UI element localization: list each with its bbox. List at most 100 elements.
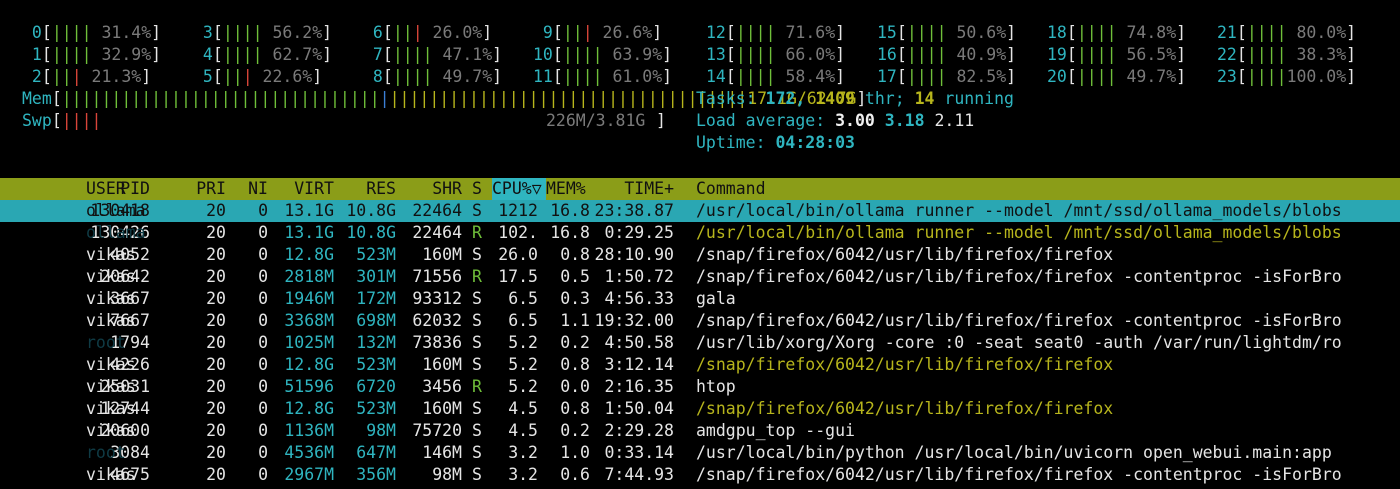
time-cell: 0:29.25 [604, 223, 674, 242]
state-cell: S [472, 333, 482, 352]
user-cell: vikas [86, 377, 136, 396]
state-cell: R [472, 223, 482, 242]
process-row[interactable]: 4675 vikas 20 0 2967M 356M 98M S 3.2 0.6 7:44.93/s… [0, 464, 1400, 486]
cpu-id: 8 [363, 67, 383, 86]
time-cell: 19:32.00 [594, 311, 674, 330]
user-cell: vikas [86, 355, 136, 374]
process-row[interactable]: 4052 vikas 20 0 12.8G 523M 160M S 26.0 0.8 28:10.9… [0, 244, 1400, 266]
pri-cell: 20 [206, 377, 226, 396]
process-row[interactable]: 130418 ollama 20 0 13.1G 10.8G 22464 S 1212 16.8 2… [0, 200, 1400, 222]
cpu-meter-22: 22[|||| 38.3%] [1217, 45, 1357, 64]
pri-cell: 20 [206, 355, 226, 374]
ni-cell: 0 [258, 289, 268, 308]
col-pri[interactable]: PRI [196, 178, 226, 200]
cpu-cell: 26.0 [498, 245, 538, 264]
virt-cell: 1136M [284, 421, 334, 440]
res-cell: 301M [356, 267, 396, 286]
cpu-cell: 1212 [498, 201, 538, 220]
cpu-percent: 74.8% [1116, 23, 1177, 42]
col-user[interactable]: USER [86, 178, 126, 200]
res-cell: 6720 [356, 377, 396, 396]
state-cell: S [472, 421, 482, 440]
command-cell: /snap/firefox/6042/usr/lib/firefox/firef… [696, 245, 1114, 264]
col-cpu[interactable]: CPU%▽ [492, 178, 542, 200]
cpu-percent: 26.0% [422, 23, 483, 42]
state-cell: S [472, 443, 482, 462]
process-row[interactable]: 12744 vikas 20 0 12.8G 523M 160M S 4.5 0.8 1:50.04… [0, 398, 1400, 420]
time-cell: 2:29.28 [604, 421, 674, 440]
cpu-meter-16: 16[|||| 40.9%] [877, 45, 1017, 64]
col-command[interactable]: Command [696, 178, 766, 200]
time-cell: 0:33.14 [604, 443, 674, 462]
time-cell: 1:50.72 [604, 267, 674, 286]
cpu-percent: 49.7% [432, 67, 493, 86]
col-state[interactable]: S [472, 178, 482, 200]
cpu-percent: 82.5% [946, 67, 1007, 86]
time-cell: 4:50.58 [604, 333, 674, 352]
mem-cell: 0.8 [560, 355, 590, 374]
res-cell: 647M [356, 443, 396, 462]
state-cell: R [472, 267, 482, 286]
cpu-percent: 47.1% [432, 45, 493, 64]
col-shr[interactable]: SHR [432, 178, 462, 200]
process-row[interactable]: 1794 root 20 0 1025M 132M 73836 S 5.2 0.2 4:50.58/… [0, 332, 1400, 354]
cpu-meter-0: 0[|||| 31.4%] [22, 23, 162, 42]
ni-cell: 0 [258, 333, 268, 352]
process-row[interactable]: 25031 vikas 20 0 51596 6720 3456 R 5.2 0.0 2:16.35… [0, 376, 1400, 398]
cpu-percent: 32.9% [91, 45, 152, 64]
res-cell: 356M [356, 465, 396, 484]
ni-cell: 0 [258, 201, 268, 220]
process-row[interactable]: 130426 ollama 20 0 13.1G 10.8G 22464 R 102. 16.8 0… [0, 222, 1400, 244]
cpu-meter-15: 15[|||| 50.6%] [877, 23, 1017, 42]
col-res[interactable]: RES [366, 178, 396, 200]
user-cell: vikas [86, 311, 136, 330]
cpu-cell: 17.5 [498, 267, 538, 286]
cpu-meter-14: 14[|||| 58.4%] [706, 67, 846, 86]
state-cell: S [472, 201, 482, 220]
cpu-percent: 80.0% [1286, 23, 1347, 42]
col-mem[interactable]: MEM% [546, 178, 586, 200]
col-time[interactable]: TIME+ [624, 178, 674, 200]
cpu-percent: 56.2% [262, 23, 323, 42]
process-row[interactable]: 3667 vikas 20 0 1946M 172M 93312 S 6.5 0.3 4:56.33… [0, 288, 1400, 310]
user-cell: root [86, 333, 126, 352]
cpu-percent: 58.4% [775, 67, 836, 86]
ni-cell: 0 [258, 399, 268, 418]
shr-cell: 22464 [412, 201, 462, 220]
cpu-percent: 71.6% [775, 23, 836, 42]
virt-cell: 12.8G [284, 245, 334, 264]
cpu-id: 12 [706, 23, 726, 42]
cpu-percent: 22.6% [252, 67, 313, 86]
ni-cell: 0 [258, 245, 268, 264]
swap-bracket: ] [656, 111, 666, 130]
ni-cell: 0 [258, 267, 268, 286]
mem-cell: 1.1 [560, 311, 590, 330]
process-row[interactable]: 7667 vikas 20 0 3368M 698M 62032 S 6.5 1.1 19:32.0… [0, 310, 1400, 332]
shr-cell: 73836 [412, 333, 462, 352]
tasks-line: Tasks: 172, 1409 thr; 14 running [696, 89, 1014, 108]
user-cell: root [86, 443, 126, 462]
col-ni[interactable]: NI [248, 178, 268, 200]
state-cell: R [472, 377, 482, 396]
process-row[interactable]: 20642 vikas 20 0 2818M 301M 71556 R 17.5 0.5 1:50.… [0, 266, 1400, 288]
swap-label: Swp [22, 111, 52, 130]
cpu-id: 22 [1217, 45, 1237, 64]
pri-cell: 20 [206, 201, 226, 220]
cpu-id: 14 [706, 67, 726, 86]
process-row[interactable]: 3084 root 20 0 4536M 647M 146M S 3.2 1.0 0:33.14/u… [0, 442, 1400, 464]
command-cell: /snap/firefox/6042/usr/lib/firefox/firef… [696, 311, 1342, 330]
pri-cell: 20 [206, 465, 226, 484]
cpu-meter-9: 9[||| 26.6%] [533, 23, 663, 42]
cpu-meter-8: 8[|||| 49.7%] [363, 67, 503, 86]
ni-cell: 0 [258, 443, 268, 462]
res-cell: 172M [356, 289, 396, 308]
time-cell: 4:56.33 [604, 289, 674, 308]
process-row[interactable]: 20600 vikas 20 0 1136M 98M 75720 S 4.5 0.2 2:29.28… [0, 420, 1400, 442]
process-row[interactable]: 4226 vikas 20 0 12.8G 523M 160M S 5.2 0.8 3:12.14/… [0, 354, 1400, 376]
cpu-percent: 61.0% [602, 67, 663, 86]
cpu-id: 17 [877, 67, 897, 86]
user-cell: vikas [86, 465, 136, 484]
col-virt[interactable]: VIRT [294, 178, 334, 200]
shr-cell: 160M [422, 245, 462, 264]
cpu-id: 2 [22, 67, 42, 86]
